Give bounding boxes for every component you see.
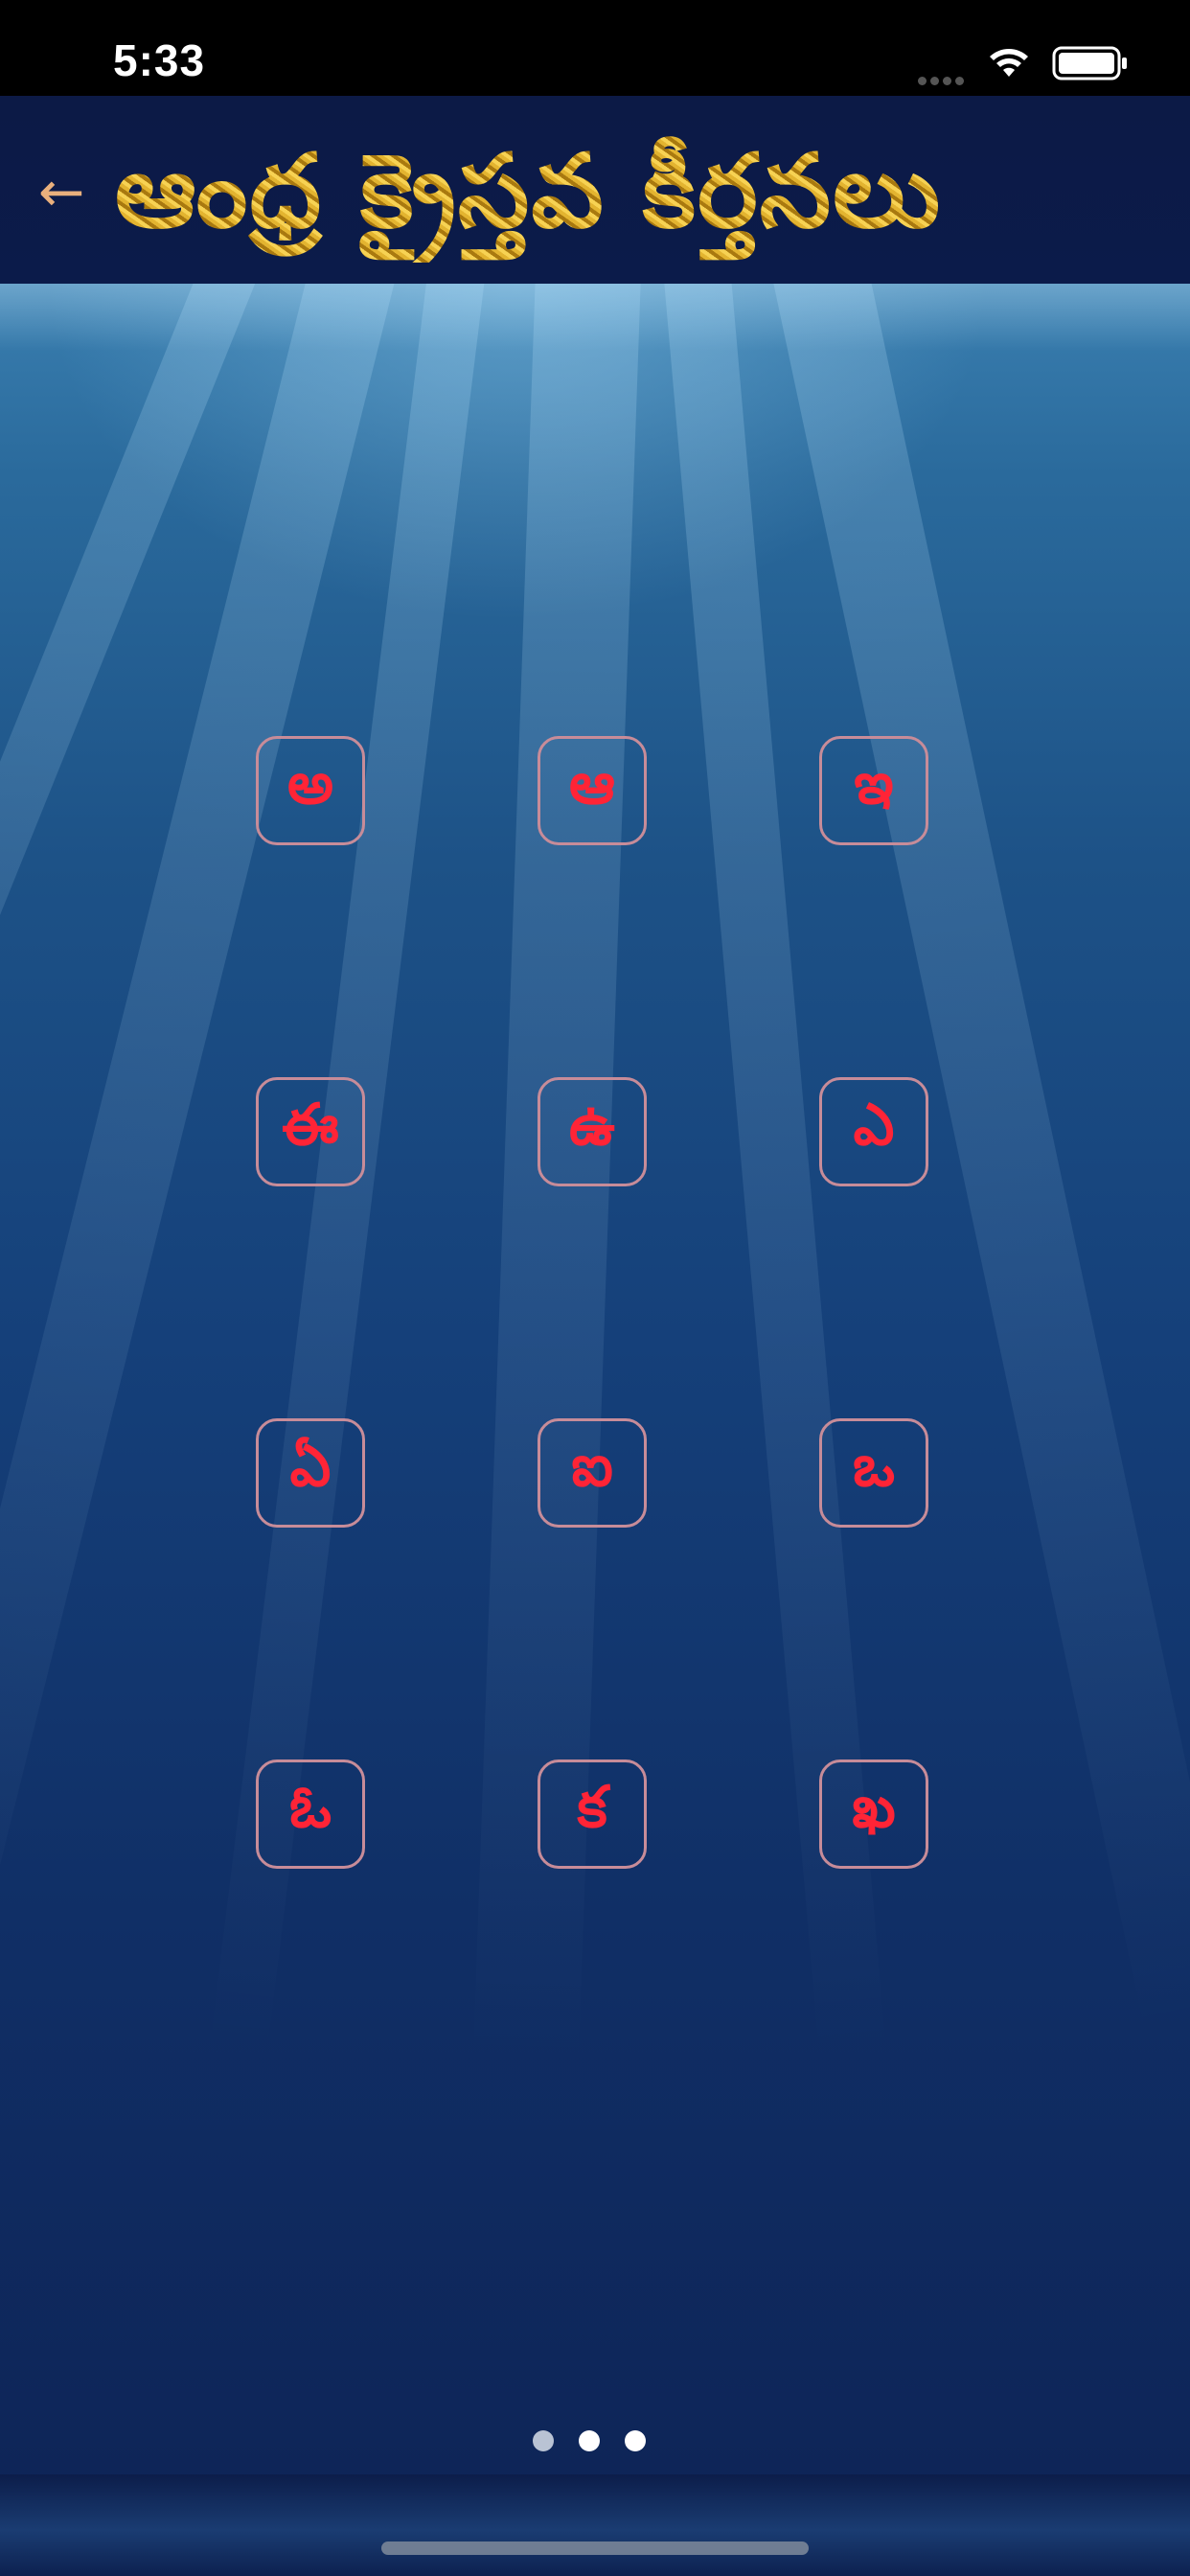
page-indicator[interactable] (533, 2430, 671, 2455)
letter-button-kha[interactable]: ఖ (819, 1760, 928, 1869)
letter-grid: అ ఆ ఇ ఈ ఉ ఎ ఏ ఐ ఒ ఓ క ఖ (0, 284, 1190, 1869)
letter-button-ai[interactable]: ఐ (538, 1418, 647, 1528)
wifi-icon (985, 42, 1033, 82)
bottom-bar (0, 2474, 1190, 2576)
back-button[interactable]: ← (27, 157, 96, 226)
status-bar: 5:33 (0, 0, 1190, 96)
app-header: ← ఆంధ్ర క్రైస్తవ కీర్తనలు (0, 96, 1190, 284)
letter-index-page[interactable]: అ ఆ ఇ ఈ ఉ ఎ ఏ ఐ ఒ ఓ క ఖ (0, 284, 1190, 2474)
letter-button-aa[interactable]: ఆ (538, 736, 647, 845)
battery-icon (1052, 46, 1129, 84)
letter-button-ka[interactable]: క (538, 1760, 647, 1869)
status-time: 5:33 (113, 35, 206, 85)
letter-button-a[interactable]: అ (256, 736, 365, 845)
page-dot-3[interactable] (625, 2430, 646, 2451)
letter-button-e[interactable]: ఎ (819, 1077, 928, 1186)
home-indicator[interactable] (381, 2542, 809, 2555)
app-title: ఆంధ్ర క్రైస్తవ కీర్తనలు (115, 119, 1131, 263)
letter-button-o[interactable]: ఒ (819, 1418, 928, 1528)
letter-button-oo[interactable]: ఓ (256, 1760, 365, 1869)
letter-button-u[interactable]: ఉ (538, 1077, 647, 1186)
letter-button-ee[interactable]: ఏ (256, 1418, 365, 1528)
letter-button-ii[interactable]: ఈ (256, 1077, 365, 1186)
letter-button-i[interactable]: ఇ (819, 736, 928, 845)
cellular-signal-icon (918, 71, 968, 89)
page-dot-2[interactable] (579, 2430, 600, 2451)
page-dot-1[interactable] (533, 2430, 554, 2451)
